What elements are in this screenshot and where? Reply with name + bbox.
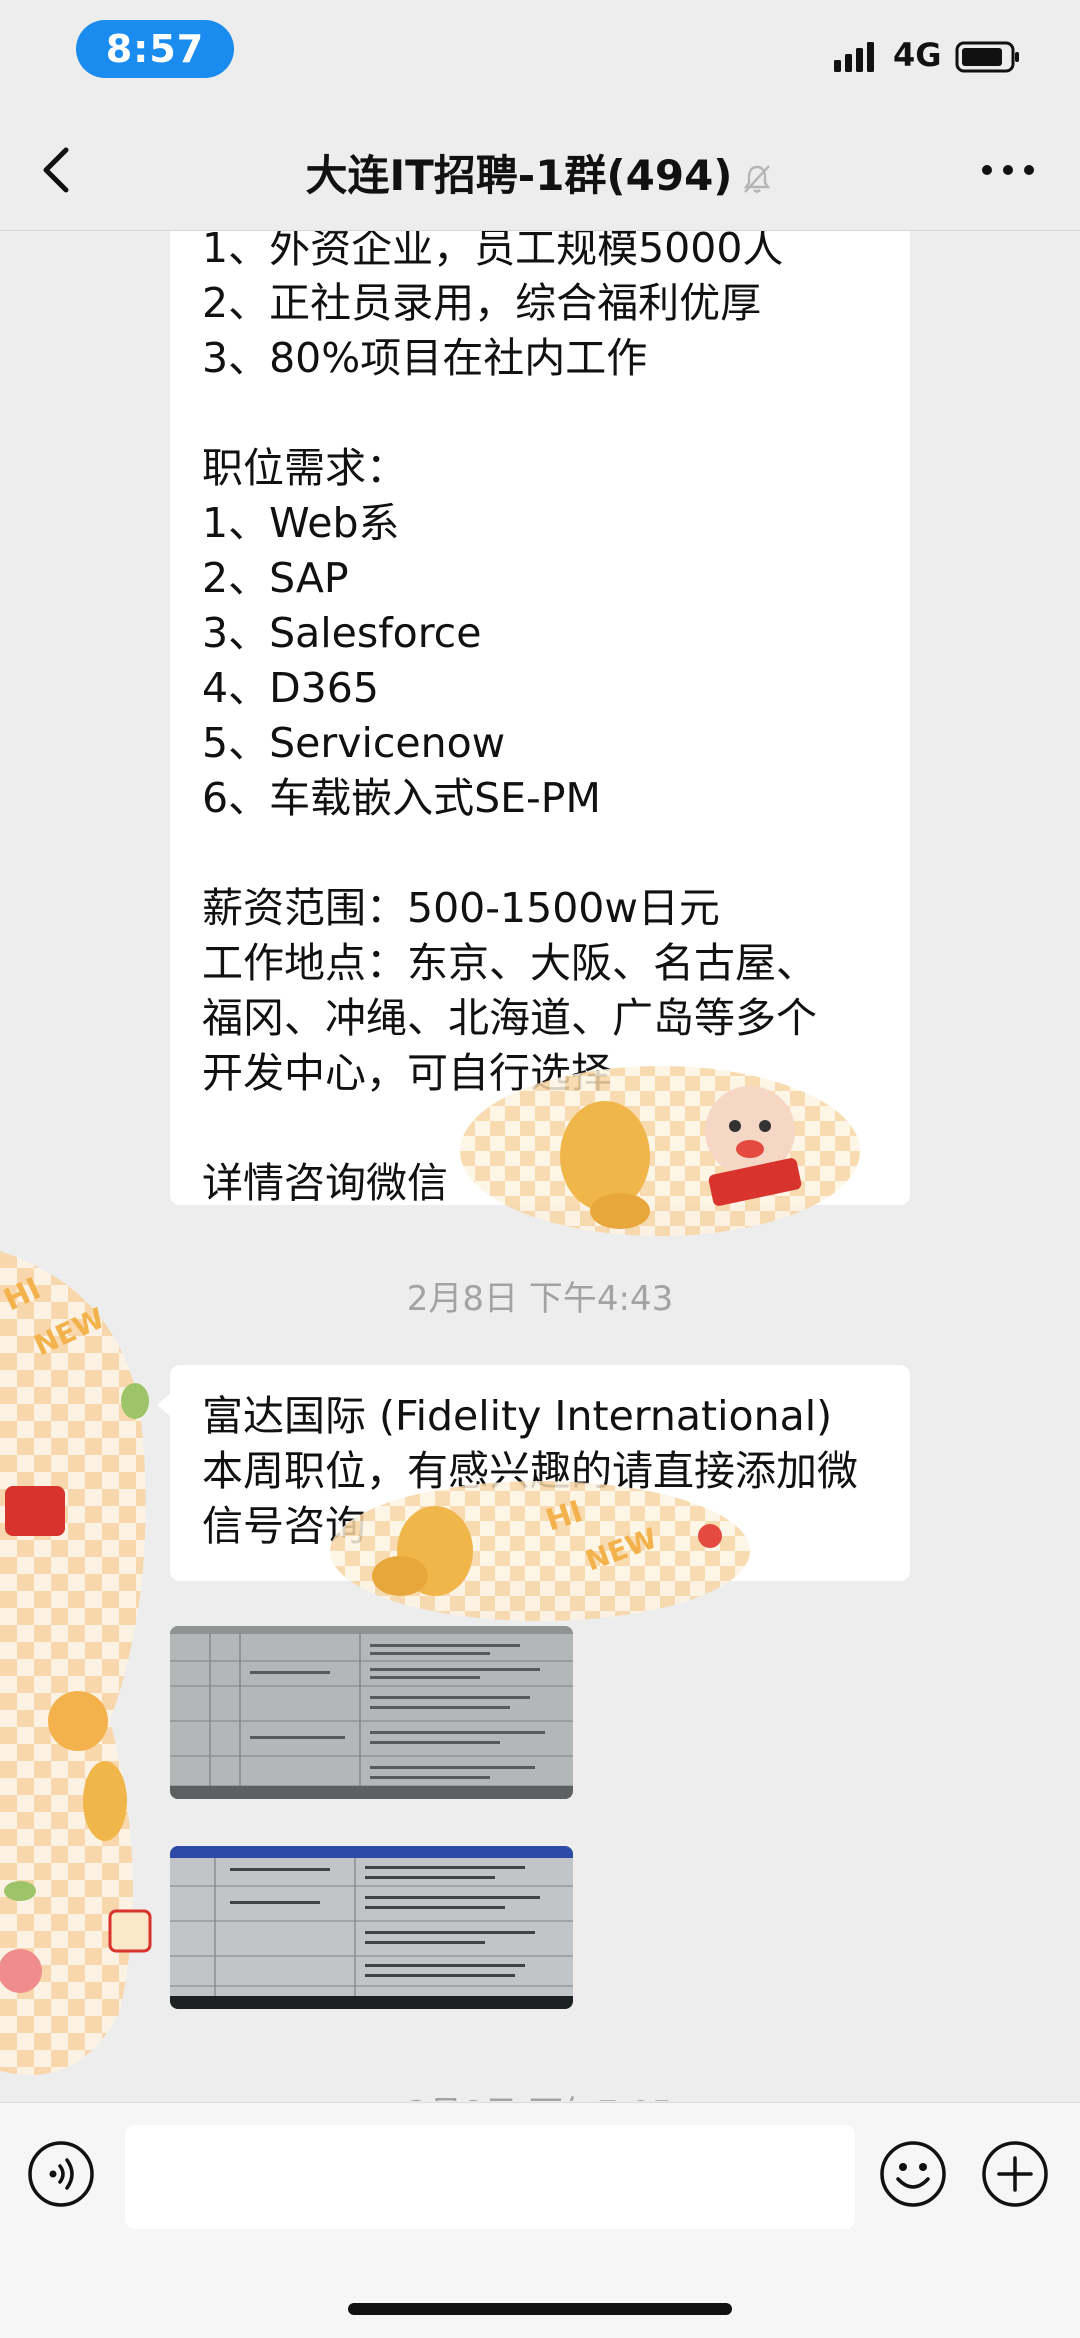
message-line: 福冈、冲绳、北海道、广岛等多个	[202, 994, 817, 1042]
chat-header: 大连IT招聘-1群(494)	[0, 110, 1080, 231]
message-line: 1、外资企业，员工规模5000人	[202, 231, 784, 272]
message-timestamp: 2月8日 下午4:43	[406, 1279, 674, 1319]
more-icon[interactable]	[975, 150, 1041, 190]
bubble-tail	[157, 1393, 171, 1417]
status-bar: 8:57 4G	[0, 0, 1080, 110]
message-line: 6、车载嵌入式SE-PM	[202, 774, 601, 822]
message-line: 详情咨询微信	[202, 1159, 448, 1207]
message-line: 3、Salesforce	[202, 609, 482, 657]
cellular-signal-icon	[834, 42, 874, 72]
home-indicator	[348, 2303, 732, 2315]
message-line: 5、Servicenow	[202, 719, 506, 767]
image-message-1[interactable]	[170, 1626, 573, 1799]
emoji-icon[interactable]	[878, 2139, 948, 2209]
message-input[interactable]	[125, 2125, 855, 2229]
spreadsheet-thumbnail	[170, 1846, 573, 2009]
message-line: 薪资范围：500-1500w日元	[202, 884, 720, 932]
message-line	[202, 386, 878, 441]
message-line	[202, 826, 878, 881]
message-list[interactable]: 1、外资企业，员工规模5000人 2、正社员录用，综合福利优厚 3、80%项目在…	[0, 231, 1080, 2101]
spreadsheet-thumbnail	[170, 1626, 573, 1799]
voice-input-icon[interactable]	[26, 2139, 96, 2209]
festive-sticker-decoration: HI NEW	[0, 1251, 152, 2075]
message-line: 2、SAP	[202, 554, 349, 602]
message-line: 4、D365	[202, 664, 379, 712]
message-line: 2、正社员录用，综合福利优厚	[202, 279, 762, 327]
mute-bell-icon	[743, 164, 770, 193]
network-type: 4G	[893, 36, 942, 74]
plus-icon[interactable]	[980, 2139, 1050, 2209]
message-bubble-fidelity[interactable]: 富达国际 (Fidelity International) 本周职位，有感兴趣的…	[170, 1365, 910, 1581]
message-line	[202, 1101, 878, 1156]
message-bubble-job-post[interactable]: 1、外资企业，员工规模5000人 2、正社员录用，综合福利优厚 3、80%项目在…	[170, 231, 910, 1207]
message-line: 工作地点：东京、大阪、名古屋、	[202, 939, 817, 987]
message-line: 1、Web系	[202, 499, 400, 547]
image-message-2[interactable]	[170, 1846, 573, 2009]
status-time: 8:57	[76, 20, 234, 78]
message-line: 开发中心，可自行选择	[202, 1049, 612, 1097]
message-timestamp: 2月8日 下午7:05	[0, 2086, 1080, 2101]
chat-title-text: 大连IT招聘-1群(494)	[305, 151, 733, 200]
message-text: 富达国际 (Fidelity International) 本周职位，有感兴趣的…	[202, 1392, 858, 1550]
message-line: 职位需求：	[202, 444, 407, 492]
battery-icon	[955, 41, 1019, 73]
message-line: 3、80%项目在社内工作	[202, 334, 648, 382]
chat-title: 大连IT招聘-1群(494)	[0, 142, 1080, 203]
